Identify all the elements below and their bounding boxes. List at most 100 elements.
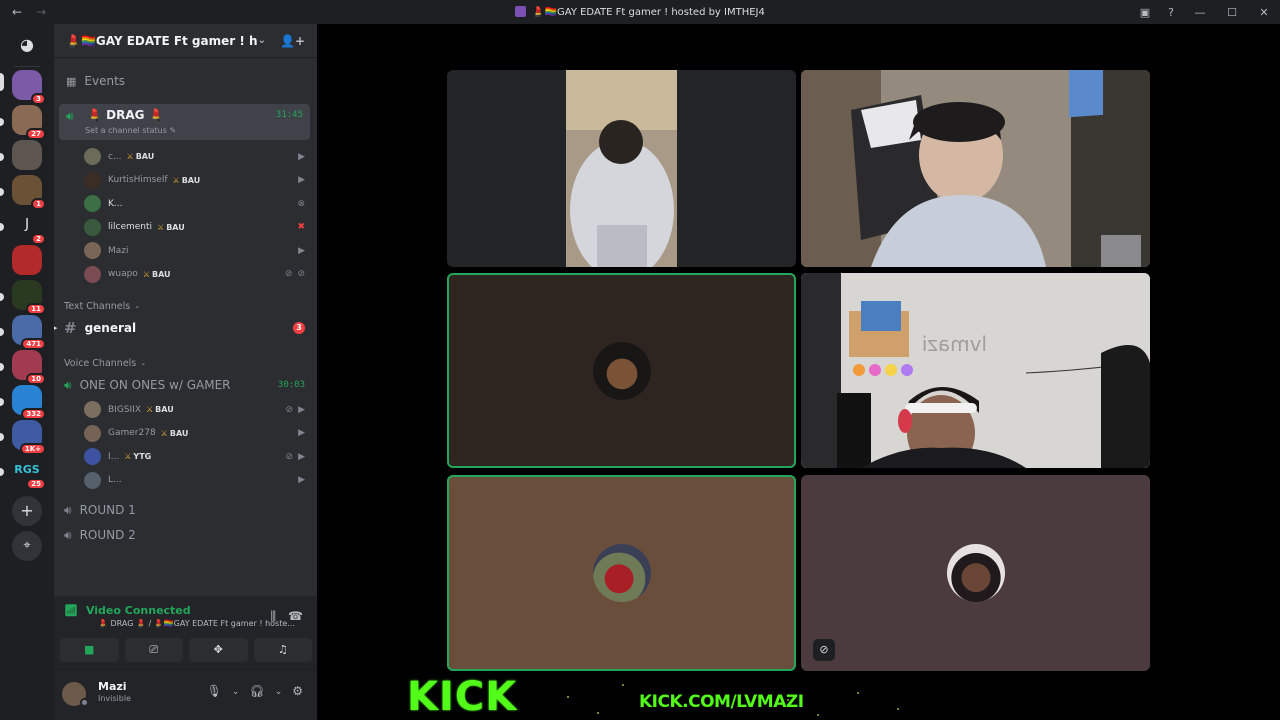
server-tag: ⚔ BAU bbox=[127, 152, 155, 161]
video-stage: lvmazi ⊘ KICK KICK.COM/LVMAZI bbox=[317, 24, 1280, 720]
server-rail: ◕ 3 27 1 J2 11 471 10 332 1K+ RGS 25 + ⌖ bbox=[0, 24, 54, 720]
voice-user[interactable]: lilcementi ⚔ BAU ✖ bbox=[54, 216, 317, 240]
user-name: wuapo bbox=[108, 269, 138, 280]
server-icon-4[interactable]: 1 bbox=[12, 175, 46, 210]
invite-icon[interactable]: 👤+ bbox=[280, 34, 305, 48]
soundboard-button[interactable]: ♫ bbox=[253, 638, 312, 662]
voice-status[interactable]: 📶︎ Video Connected bbox=[64, 604, 191, 617]
user-status-icons: ▶ bbox=[298, 175, 305, 185]
category-voice-channels[interactable]: Voice Channels ⌄ bbox=[54, 355, 317, 371]
video-tile-4[interactable]: lvmazi bbox=[801, 273, 1150, 468]
server-icon-2[interactable]: 27 bbox=[12, 105, 46, 140]
server-icon-9[interactable]: 10 bbox=[12, 350, 46, 385]
voice-user[interactable]: L... ▶ bbox=[54, 469, 317, 493]
user-controls: 🎙︎ ⌄ 🎧︎ ⌄ ⚙ bbox=[207, 684, 303, 700]
chevron-down-icon[interactable]: ⌄ bbox=[232, 684, 240, 700]
channel-general[interactable]: ▶ # general 3 bbox=[54, 315, 317, 341]
user-status-icons: ⊘ ⊘ bbox=[285, 269, 305, 279]
activities-button[interactable]: ✥ bbox=[189, 638, 248, 662]
server-icon-8[interactable]: 471 bbox=[12, 315, 46, 350]
server-tag: ⚔ BAU bbox=[161, 429, 189, 438]
channel-name: general bbox=[84, 321, 137, 335]
forward-button[interactable]: → bbox=[36, 5, 46, 19]
events-row[interactable]: ▦ Events bbox=[54, 68, 317, 94]
gear-icon[interactable]: ⚙ bbox=[292, 684, 303, 700]
back-button[interactable]: ← bbox=[12, 5, 22, 19]
voice-channel-one-on-ones[interactable]: 🔊︎ ONE ON ONES w/ GAMER 30:03 bbox=[54, 372, 317, 398]
screen-share-button[interactable]: ⎚ bbox=[124, 638, 183, 662]
voice-user[interactable]: wuapo ⚔ BAU ⊘ ⊘ bbox=[54, 263, 317, 287]
video-feed bbox=[566, 70, 677, 267]
voice-user[interactable]: BIGSIIX ⚔ BAU ⊘ ▶ bbox=[54, 398, 317, 422]
server-icon-6[interactable] bbox=[12, 245, 42, 275]
voice-user[interactable]: Mazi ▶ bbox=[54, 239, 317, 263]
avatar bbox=[84, 218, 101, 236]
chevron-down-icon: ⌄ bbox=[257, 35, 266, 46]
user-status-icons: ▶ bbox=[298, 246, 305, 256]
camera-button[interactable]: ■ bbox=[60, 638, 119, 662]
noise-suppression-icon[interactable]: ⫼ bbox=[271, 609, 277, 624]
video-tile-3[interactable] bbox=[447, 273, 796, 468]
tag-icon: ⚔ bbox=[146, 405, 154, 415]
tag-icon: ⚔ bbox=[172, 175, 180, 185]
server-icon-12[interactable]: RGS 25 bbox=[12, 455, 46, 490]
server-indicator bbox=[0, 73, 4, 91]
video-tile-5[interactable] bbox=[447, 475, 796, 671]
events-label: Events bbox=[84, 74, 126, 88]
voice-user[interactable]: Gamer278 ⚔ BAU ▶ bbox=[54, 422, 317, 446]
video-icon: ▶ bbox=[298, 151, 305, 162]
discord-home-icon[interactable]: ◕ bbox=[12, 30, 42, 60]
help-icon[interactable]: ? bbox=[1158, 6, 1184, 19]
avatar bbox=[84, 265, 101, 283]
tag-icon: ⚔ bbox=[126, 152, 134, 162]
video-tile-2[interactable] bbox=[801, 70, 1150, 267]
chevron-down-icon[interactable]: ⌄ bbox=[275, 684, 283, 700]
tag-text: BAU bbox=[169, 428, 189, 438]
server-unread-pill bbox=[0, 223, 4, 231]
minimize-button[interactable]: — bbox=[1184, 6, 1216, 19]
disconnect-icon[interactable]: ☎ bbox=[288, 609, 303, 624]
voice-channel-round-1[interactable]: 🔊︎ ROUND 1 bbox=[54, 497, 317, 523]
server-badge: 332 bbox=[21, 408, 46, 420]
microphone-icon[interactable]: 🎙︎ bbox=[207, 684, 222, 700]
user-name: Gamer278 bbox=[108, 428, 156, 439]
user-status-icons: ⊘ ▶ bbox=[286, 452, 305, 462]
voice-user[interactable]: c... ⚔ BAU ▶ bbox=[54, 145, 317, 169]
close-button[interactable]: ✕ bbox=[1248, 6, 1280, 19]
category-text-channels[interactable]: Text Channels ⌄ bbox=[54, 298, 317, 314]
signal-icon: 📶︎ bbox=[64, 604, 78, 617]
server-unread-pill bbox=[0, 468, 4, 476]
tag-text: BAU bbox=[151, 269, 171, 279]
add-server-button[interactable]: + bbox=[12, 496, 42, 526]
server-badge: 1K+ bbox=[19, 443, 46, 455]
server-icon-10[interactable]: 332 bbox=[12, 385, 46, 420]
voice-user[interactable]: I... ⚔ YTG ⊘ ▶ bbox=[54, 445, 317, 469]
channel-status-hint[interactable]: Set a channel status ✎ bbox=[85, 126, 176, 135]
user-status-icons: ⊗ bbox=[297, 199, 305, 209]
user-name: lilcementi bbox=[108, 222, 153, 233]
video-tile-6[interactable]: ⊘ bbox=[801, 475, 1150, 671]
server-icon-3[interactable] bbox=[12, 140, 42, 170]
inbox-icon[interactable]: ▣ bbox=[1132, 6, 1158, 19]
server-icon-5[interactable]: J2 bbox=[12, 210, 46, 245]
video-icon: ▶ bbox=[298, 404, 305, 415]
maximize-button[interactable]: ☐ bbox=[1216, 6, 1248, 19]
unread-arrow-icon: ▶ bbox=[54, 324, 58, 332]
server-icon-1[interactable]: 3 bbox=[12, 70, 46, 105]
voice-user[interactable]: KurtisHimself ⚔ BAU ▶ bbox=[54, 169, 317, 193]
tag-text: BAU bbox=[155, 405, 174, 415]
headphones-icon[interactable]: 🎧︎ bbox=[249, 684, 264, 700]
server-icon-11[interactable]: 1K+ bbox=[12, 420, 46, 455]
active-voice-channel[interactable]: 🔊︎ 💄 DRAG 💄 31:45 Set a channel status ✎ bbox=[59, 104, 310, 140]
voice-channel-round-2[interactable]: 🔊︎ ROUND 2 bbox=[54, 522, 317, 548]
guild-header[interactable]: 💄🏳️‍🌈GAY EDATE Ft gamer ! hoste... ⌄ 👤+ bbox=[54, 24, 317, 58]
server-unread-pill bbox=[0, 153, 4, 161]
voice-channel-name: 💄 DRAG 💄 bbox=[87, 108, 164, 122]
server-icon-7[interactable]: 11 bbox=[12, 280, 46, 315]
channel-name: ROUND 1 bbox=[79, 503, 136, 517]
voice-user[interactable]: K... ⊗ bbox=[54, 192, 317, 216]
video-icon: ▶ bbox=[298, 428, 305, 439]
voice-location[interactable]: 💄 DRAG 💄 / 💄🏳️‍🌈GAY EDATE Ft gamer ! hos… bbox=[98, 619, 298, 628]
video-tile-1[interactable] bbox=[447, 70, 796, 267]
discover-button[interactable]: ⌖ bbox=[12, 531, 42, 561]
